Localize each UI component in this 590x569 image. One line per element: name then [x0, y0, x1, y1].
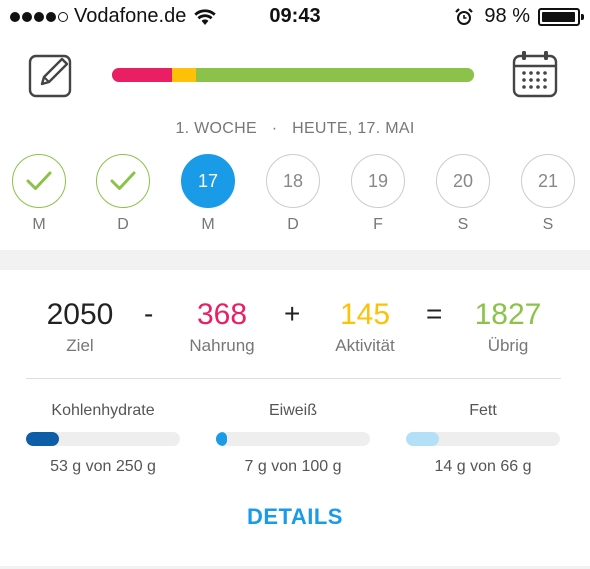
status-bar: Vodafone.de 09:43 98 % [0, 0, 590, 36]
goal-label: Ziel [66, 336, 94, 355]
week-number: 1. WOCHE [175, 120, 257, 137]
section-divider [0, 250, 590, 270]
calorie-bar-segment-rest [196, 68, 474, 82]
plus-operator: + [284, 298, 301, 329]
day-circle[interactable]: 21 [521, 154, 575, 208]
day-circle-today[interactable]: 17 [181, 154, 235, 208]
food-label: Nahrung [189, 336, 255, 355]
activity-value: 145 [339, 298, 391, 331]
day-circle[interactable]: 20 [436, 154, 490, 208]
day-item[interactable]: 18 D [266, 154, 322, 234]
macro-progress-fill [406, 432, 439, 446]
day-letter: D [117, 216, 129, 233]
day-item[interactable]: 20 S [436, 154, 492, 234]
goal-block: 2050 Ziel [28, 298, 132, 356]
day-letter: F [373, 216, 383, 233]
calorie-summary: 2050 Ziel - 368 Nahrung + 145 Aktivität … [0, 270, 590, 566]
diary-header: 1. WOCHE · HEUTE, 17. MAI M D 17 M 18 D 19 F 20 S… [0, 36, 590, 250]
calorie-bar-segment-mid [171, 68, 197, 82]
day-circle[interactable]: 19 [351, 154, 405, 208]
day-item[interactable]: 21 S [521, 154, 577, 234]
day-date: 17 [197, 170, 219, 191]
macro-progress-bar [406, 432, 560, 446]
details-button[interactable]: DETAILS [0, 504, 590, 530]
day-letter: S [457, 216, 469, 233]
macro-progress-bar [26, 432, 180, 446]
today-date: HEUTE, 17. MAI [292, 120, 415, 137]
goal-value: 2050 [46, 298, 114, 331]
macro-progress-fill [216, 432, 227, 446]
day-item[interactable]: M [12, 154, 68, 234]
macro-protein: Eiweiß 7 g von 100 g [216, 402, 370, 476]
battery-icon [538, 7, 584, 26]
day-letter: M [201, 216, 215, 233]
equals-operator: = [426, 298, 443, 329]
day-letter: S [542, 216, 554, 233]
day-circle-completed[interactable] [12, 154, 66, 208]
minus-operator: - [144, 298, 154, 329]
macro-carbs: Kohlenhydrate 53 g von 250 g [26, 402, 180, 476]
day-date: 19 [367, 170, 389, 191]
day-date: 18 [282, 170, 304, 191]
day-item[interactable]: D [96, 154, 152, 234]
macro-fat: Fett 14 g von 66 g [406, 402, 560, 476]
calorie-bar-segment-nahrung [112, 68, 172, 82]
food-block: 368 Nahrung [172, 298, 272, 356]
calendar-icon[interactable] [512, 50, 558, 98]
macro-progress-bar [216, 432, 370, 446]
day-item[interactable]: 17 M [181, 154, 237, 234]
macro-title: Eiweiß [268, 402, 317, 419]
day-letter: M [32, 216, 46, 233]
day-letter: D [287, 216, 299, 233]
remaining-block: 1827 Übrig [460, 298, 556, 356]
calorie-progress-bar [112, 68, 474, 82]
remaining-value: 1827 [474, 298, 542, 331]
day-date: 20 [452, 170, 474, 191]
label-separator: · [271, 120, 278, 137]
week-date-label: 1. WOCHE · HEUTE, 17. MAI [0, 120, 590, 138]
activity-block: 145 Aktivität [318, 298, 412, 356]
macro-value: 53 g von 250 g [50, 458, 156, 475]
calorie-equation: 2050 Ziel - 368 Nahrung + 145 Aktivität … [0, 298, 590, 368]
remaining-label: Übrig [487, 336, 529, 355]
day-item[interactable]: 19 F [351, 154, 407, 234]
checkmark-icon [110, 171, 136, 190]
macro-title: Fett [469, 402, 497, 419]
food-value: 368 [196, 298, 248, 331]
macro-title: Kohlenhydrate [51, 402, 155, 419]
day-circle-completed[interactable] [96, 154, 150, 208]
checkmark-icon [26, 171, 52, 190]
macro-value: 7 g von 100 g [244, 458, 342, 475]
summary-divider [26, 378, 561, 379]
activity-label: Aktivität [335, 336, 395, 355]
edit-note-icon[interactable] [28, 52, 74, 98]
day-date: 21 [537, 170, 559, 191]
macro-progress-fill [26, 432, 59, 446]
alarm-icon [455, 7, 474, 25]
macro-value: 14 g von 66 g [434, 458, 532, 475]
day-circle[interactable]: 18 [266, 154, 320, 208]
battery-percent: 98 % [484, 5, 530, 27]
